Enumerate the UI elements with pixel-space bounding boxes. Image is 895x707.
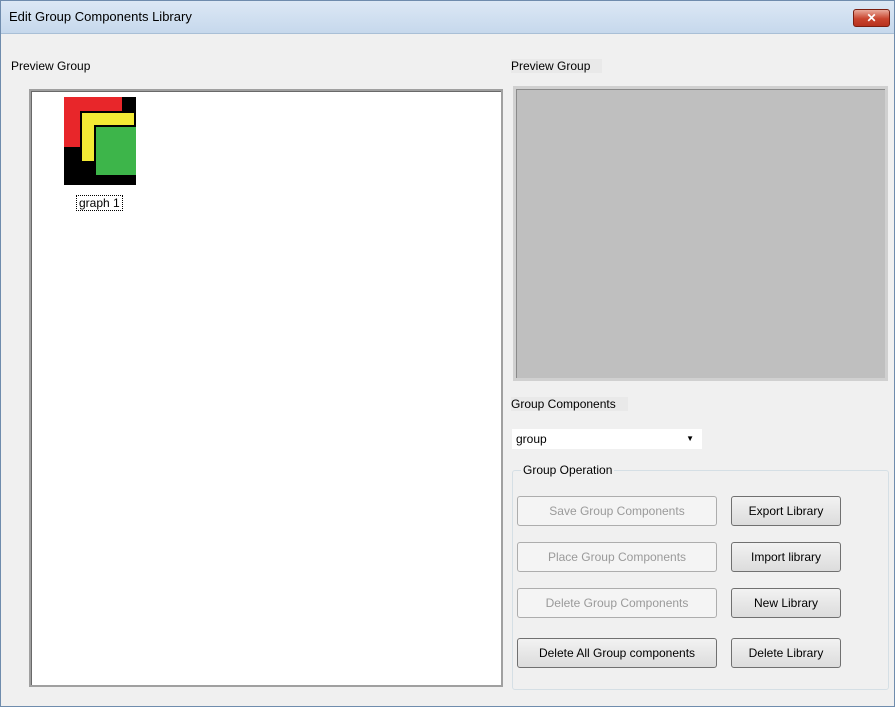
- group-components-selected: group: [516, 432, 547, 446]
- close-icon: ✕: [866, 11, 877, 25]
- group-preview-canvas: [513, 86, 888, 381]
- edit-group-components-dialog: Edit Group Components Library ✕ Preview …: [0, 0, 895, 707]
- group-item-label[interactable]: graph 1: [76, 195, 123, 211]
- window-title: Edit Group Components Library: [9, 9, 192, 24]
- delete-library-button[interactable]: Delete Library: [731, 638, 841, 668]
- delete-group-components-button[interactable]: Delete Group Components: [517, 588, 717, 618]
- close-button[interactable]: ✕: [853, 9, 890, 27]
- export-library-button[interactable]: Export Library: [731, 496, 841, 526]
- group-item-graph-1[interactable]: [64, 97, 136, 185]
- right-preview-group-label: Preview Group: [511, 59, 603, 73]
- delete-all-group-components-button[interactable]: Delete All Group components: [517, 638, 717, 668]
- new-library-button[interactable]: New Library: [731, 588, 841, 618]
- place-group-components-button[interactable]: Place Group Components: [517, 542, 717, 572]
- graph-thumbnail-icon: [64, 97, 136, 185]
- group-components-select[interactable]: group ▼: [512, 429, 702, 449]
- group-operation-legend: Group Operation: [521, 463, 615, 477]
- group-list-panel[interactable]: graph 1: [29, 89, 503, 687]
- left-preview-group-label: Preview Group: [11, 59, 91, 73]
- save-group-components-button[interactable]: Save Group Components: [517, 496, 717, 526]
- import-library-button[interactable]: Import library: [731, 542, 841, 572]
- dropdown-arrow-icon: ▼: [686, 434, 694, 443]
- title-bar: Edit Group Components Library ✕: [1, 1, 894, 34]
- group-components-label: Group Components: [511, 397, 628, 411]
